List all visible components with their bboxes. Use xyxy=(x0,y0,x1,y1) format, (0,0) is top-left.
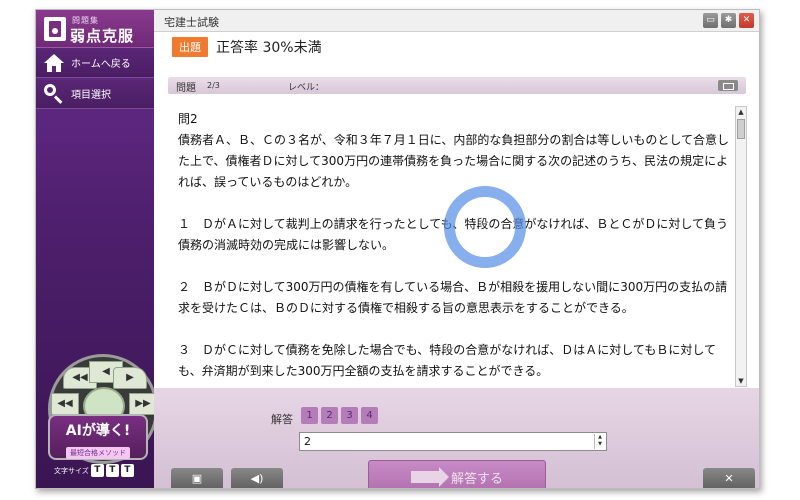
folder-icon[interactable]: ▭ xyxy=(703,13,718,28)
question-header: 出題 正答率 30%未満 xyxy=(172,37,322,57)
answer-choice-4[interactable]: 4 xyxy=(361,407,378,424)
question-level: レベル： xyxy=(288,83,325,93)
question-label: 問題 xyxy=(176,83,196,94)
ai-title: AIが導く! xyxy=(65,423,131,439)
loading-spinner-icon xyxy=(444,186,526,268)
submit-answer-button[interactable]: 解答する xyxy=(368,460,546,488)
dial-forward-button[interactable]: ▶▶ xyxy=(129,393,157,415)
answer-choice-1[interactable]: 1 xyxy=(301,407,318,424)
dial-back-button[interactable]: ◀◀ xyxy=(51,393,79,415)
image-icon[interactable]: ▣ xyxy=(171,468,223,488)
app-logo: 問題集 弱点克服 xyxy=(36,10,154,48)
title-bar: 宅建士試験 ▭ ✱ ✕ xyxy=(154,10,759,32)
font-size-large-button[interactable]: T xyxy=(120,464,134,477)
search-icon xyxy=(43,83,65,105)
question-count: 2/3 xyxy=(207,81,220,90)
close-icon[interactable]: ✕ xyxy=(739,13,754,28)
window-title: 宅建士試験 xyxy=(164,16,219,29)
font-size-small-button[interactable]: T xyxy=(90,464,104,477)
sidebar-item-label: ホームへ戻る xyxy=(71,59,131,70)
answer-stepper-icon[interactable]: ▲ ▼ xyxy=(594,434,605,449)
ai-subtitle: 最短合格メソッド xyxy=(66,447,130,459)
font-size-label: 文字サイズ xyxy=(54,466,89,475)
answer-choice-3[interactable]: 3 xyxy=(341,407,358,424)
cancel-icon[interactable]: ✕ xyxy=(703,468,755,488)
question-info-bar: 問題 2/3 レベル： xyxy=(168,77,746,94)
home-icon xyxy=(43,52,65,74)
answer-choice-2[interactable]: 2 xyxy=(321,407,338,424)
answer-label: 解答 xyxy=(271,413,293,426)
answer-input[interactable]: 2 ▲ ▼ xyxy=(299,432,607,451)
window-toggle-icon[interactable] xyxy=(718,80,738,91)
answer-input-value: 2 xyxy=(304,435,311,448)
sidebar-item-label: 項目選択 xyxy=(71,90,111,101)
category-tag: 出題 xyxy=(172,37,208,57)
scroll-thumb[interactable] xyxy=(737,119,745,139)
gear-icon[interactable]: ✱ xyxy=(721,13,736,28)
submit-answer-label: 解答する xyxy=(450,471,503,487)
category-title: 正答率 30%未満 xyxy=(216,40,322,56)
sidebar-item-home[interactable]: ホームへ戻る xyxy=(36,48,154,78)
choice-3-text: ３ ＤがＣに対して債務を免除した場合でも、特段の合意がなければ、ＤはＡに対しても… xyxy=(178,343,716,378)
arrow-right-icon xyxy=(410,467,449,487)
font-size-control: 文字サイズ T T T xyxy=(54,464,134,477)
scroll-up-icon[interactable]: ▲ xyxy=(736,107,746,117)
question-body: 債務者Ａ、Ｂ、Ｃの３名が、令和３年７月１日に、内部的な負担部分の割合は等しいもの… xyxy=(178,133,730,189)
logo-icon xyxy=(44,17,66,41)
scroll-down-icon[interactable]: ▼ xyxy=(736,376,746,386)
sidebar-item-select[interactable]: 項目選択 xyxy=(36,79,154,109)
ai-badge: AIが導く! 最短合格メソッド xyxy=(48,414,148,460)
logo-title: 弱点克服 xyxy=(70,27,135,45)
speaker-icon[interactable]: ◀) xyxy=(231,468,283,488)
question-scrollbar[interactable]: ▲ ▼ xyxy=(735,106,747,387)
main-panel: 宅建士試験 ▭ ✱ ✕ 出題 正答率 30%未満 問題 2/3 レベル： 問2 … xyxy=(154,10,759,488)
choice-2-text: ２ ＢがＤに対して300万円の債権を有している場合、Ｂが相殺を援用しない間に30… xyxy=(178,280,728,315)
dial-next-button[interactable]: ▶ xyxy=(113,367,147,389)
sidebar: 問題集 弱点克服 ホームへ戻る 項目選択 ◀◀ ◀ ▶ ◀◀ ▶▶ AIが導く!… xyxy=(36,10,158,488)
app-window: 問題集 弱点克服 ホームへ戻る 項目選択 ◀◀ ◀ ▶ ◀◀ ▶▶ AIが導く!… xyxy=(35,9,760,489)
answer-panel: 解答 1 2 3 4 2 ▲ ▼ ▣ ◀) 解答する ✕ xyxy=(154,388,759,488)
question-number: 問2 xyxy=(178,112,198,126)
font-size-medium-button[interactable]: T xyxy=(105,464,119,477)
